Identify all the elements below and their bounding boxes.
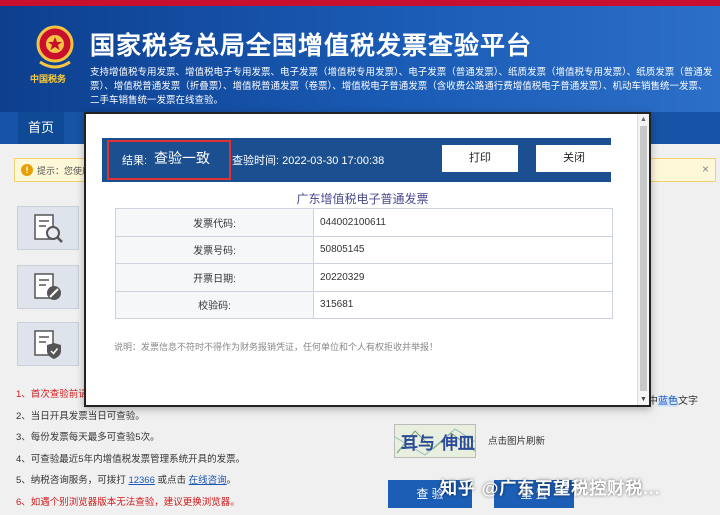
check-code-value: 315681 xyxy=(313,290,613,319)
edit-document-icon xyxy=(34,273,61,300)
hint-suffix: 文字 xyxy=(678,396,698,407)
warning-icon: ! xyxy=(21,164,33,176)
issue-date-value: 20220329 xyxy=(313,263,613,292)
invoice-number-label: 发票号码: xyxy=(115,235,314,264)
site-title: 国家税务总局全国增值税发票查验平台 xyxy=(90,31,533,60)
table-row: 发票号码: 50805145 xyxy=(115,235,613,264)
invoice-table: 发票代码: 044002100611 发票号码: 50805145 开票日期: … xyxy=(115,208,613,319)
result-bar: 结果: 查验一致 查验时间: 2022-03-30 17:00:38 打印 关闭 xyxy=(102,138,612,182)
site-description: 支持增值税专用发票、增值税电子专用发票、电子发票（增值税专用发票）、电子发票（普… xyxy=(90,67,713,106)
note-5-prefix: 5、纳税咨询服务，可拨打 xyxy=(16,475,126,486)
print-button[interactable]: 打印 xyxy=(442,145,518,172)
result-value: 查验一致 xyxy=(154,150,210,166)
hotline-link[interactable]: 12366 xyxy=(128,475,154,486)
search-document-icon xyxy=(34,214,63,243)
tax-emblem-icon xyxy=(36,25,74,69)
edit-doc-tile[interactable] xyxy=(17,265,79,309)
captcha-image[interactable]: 耳与 伸皿 xyxy=(394,424,476,458)
table-row: 开票日期: 20220329 xyxy=(115,263,613,292)
check-time: 查验时间: 2022-03-30 17:00:38 xyxy=(232,155,385,167)
invoice-title: 广东增值税电子普通发票 xyxy=(296,192,429,206)
hint-highlight: 蓝色 xyxy=(658,396,678,407)
result-modal: 结果: 查验一致 查验时间: 2022-03-30 17:00:38 打印 关闭… xyxy=(84,112,651,407)
search-doc-tile[interactable] xyxy=(17,206,79,250)
tip-text: 提示：您使用 xyxy=(37,166,92,176)
captcha-text: 耳与 伸皿 xyxy=(401,433,475,454)
modal-scrollbar[interactable]: ▲ ▼ xyxy=(637,114,649,405)
nav-home[interactable]: 首页 xyxy=(18,112,65,144)
note-5: 5、纳税咨询服务，可拨打 12366 或点击 在线咨询。 xyxy=(16,470,316,492)
close-icon[interactable]: × xyxy=(702,162,709,176)
invoice-code-label: 发票代码: xyxy=(115,208,314,237)
scroll-down-icon[interactable]: ▼ xyxy=(640,396,647,403)
note-2: 2、当日开具发票当日可查验。 xyxy=(16,410,145,422)
captcha-refresh-hint[interactable]: 点击图片刷新 xyxy=(488,433,545,447)
captcha-color-hint: 中蓝色文字 xyxy=(648,392,698,407)
shield-doc-tile[interactable] xyxy=(17,322,79,366)
table-row: 发票代码: 044002100611 xyxy=(115,208,613,237)
watermark: 知乎 @广东百望税控财税... xyxy=(440,479,661,498)
check-code-label: 校验码: xyxy=(115,290,314,319)
header-stripe xyxy=(0,0,720,6)
table-row: 校验码: 315681 xyxy=(115,290,613,319)
scroll-up-icon[interactable]: ▲ xyxy=(640,116,647,123)
emblem-caption: 中国税务 xyxy=(30,74,67,84)
note-3: 3、每份发票每天最多可查验5次。 xyxy=(16,432,160,443)
shield-document-icon xyxy=(34,330,61,359)
site-header: 中国税务 国家税务总局全国增值税发票查验平台 支持增值税专用发票、增值税电子专用… xyxy=(0,0,720,112)
scroll-thumb[interactable] xyxy=(640,126,647,391)
close-button[interactable]: 关闭 xyxy=(536,145,612,172)
invoice-number-value: 50805145 xyxy=(313,235,613,264)
invoice-note: 说明：发票信息不符时不得作为财务报销凭证，任何单位和个人有权拒收并举报！ xyxy=(114,342,439,352)
result-label: 结果: xyxy=(122,155,148,167)
issue-date-label: 开票日期: xyxy=(115,263,314,292)
invoice-code-value: 044002100611 xyxy=(313,208,613,237)
note-5-mid: 或点击 xyxy=(157,475,187,486)
note-6: 6、如遇个别浏览器版本无法查验，建议更换浏览器。 xyxy=(16,496,240,508)
online-consult-link[interactable]: 在线咨询 xyxy=(189,475,227,486)
note-5-end: 。 xyxy=(226,475,237,486)
note-4: 4、可查验最近5年内增值税发票管理系统开具的发票。 xyxy=(16,453,246,465)
